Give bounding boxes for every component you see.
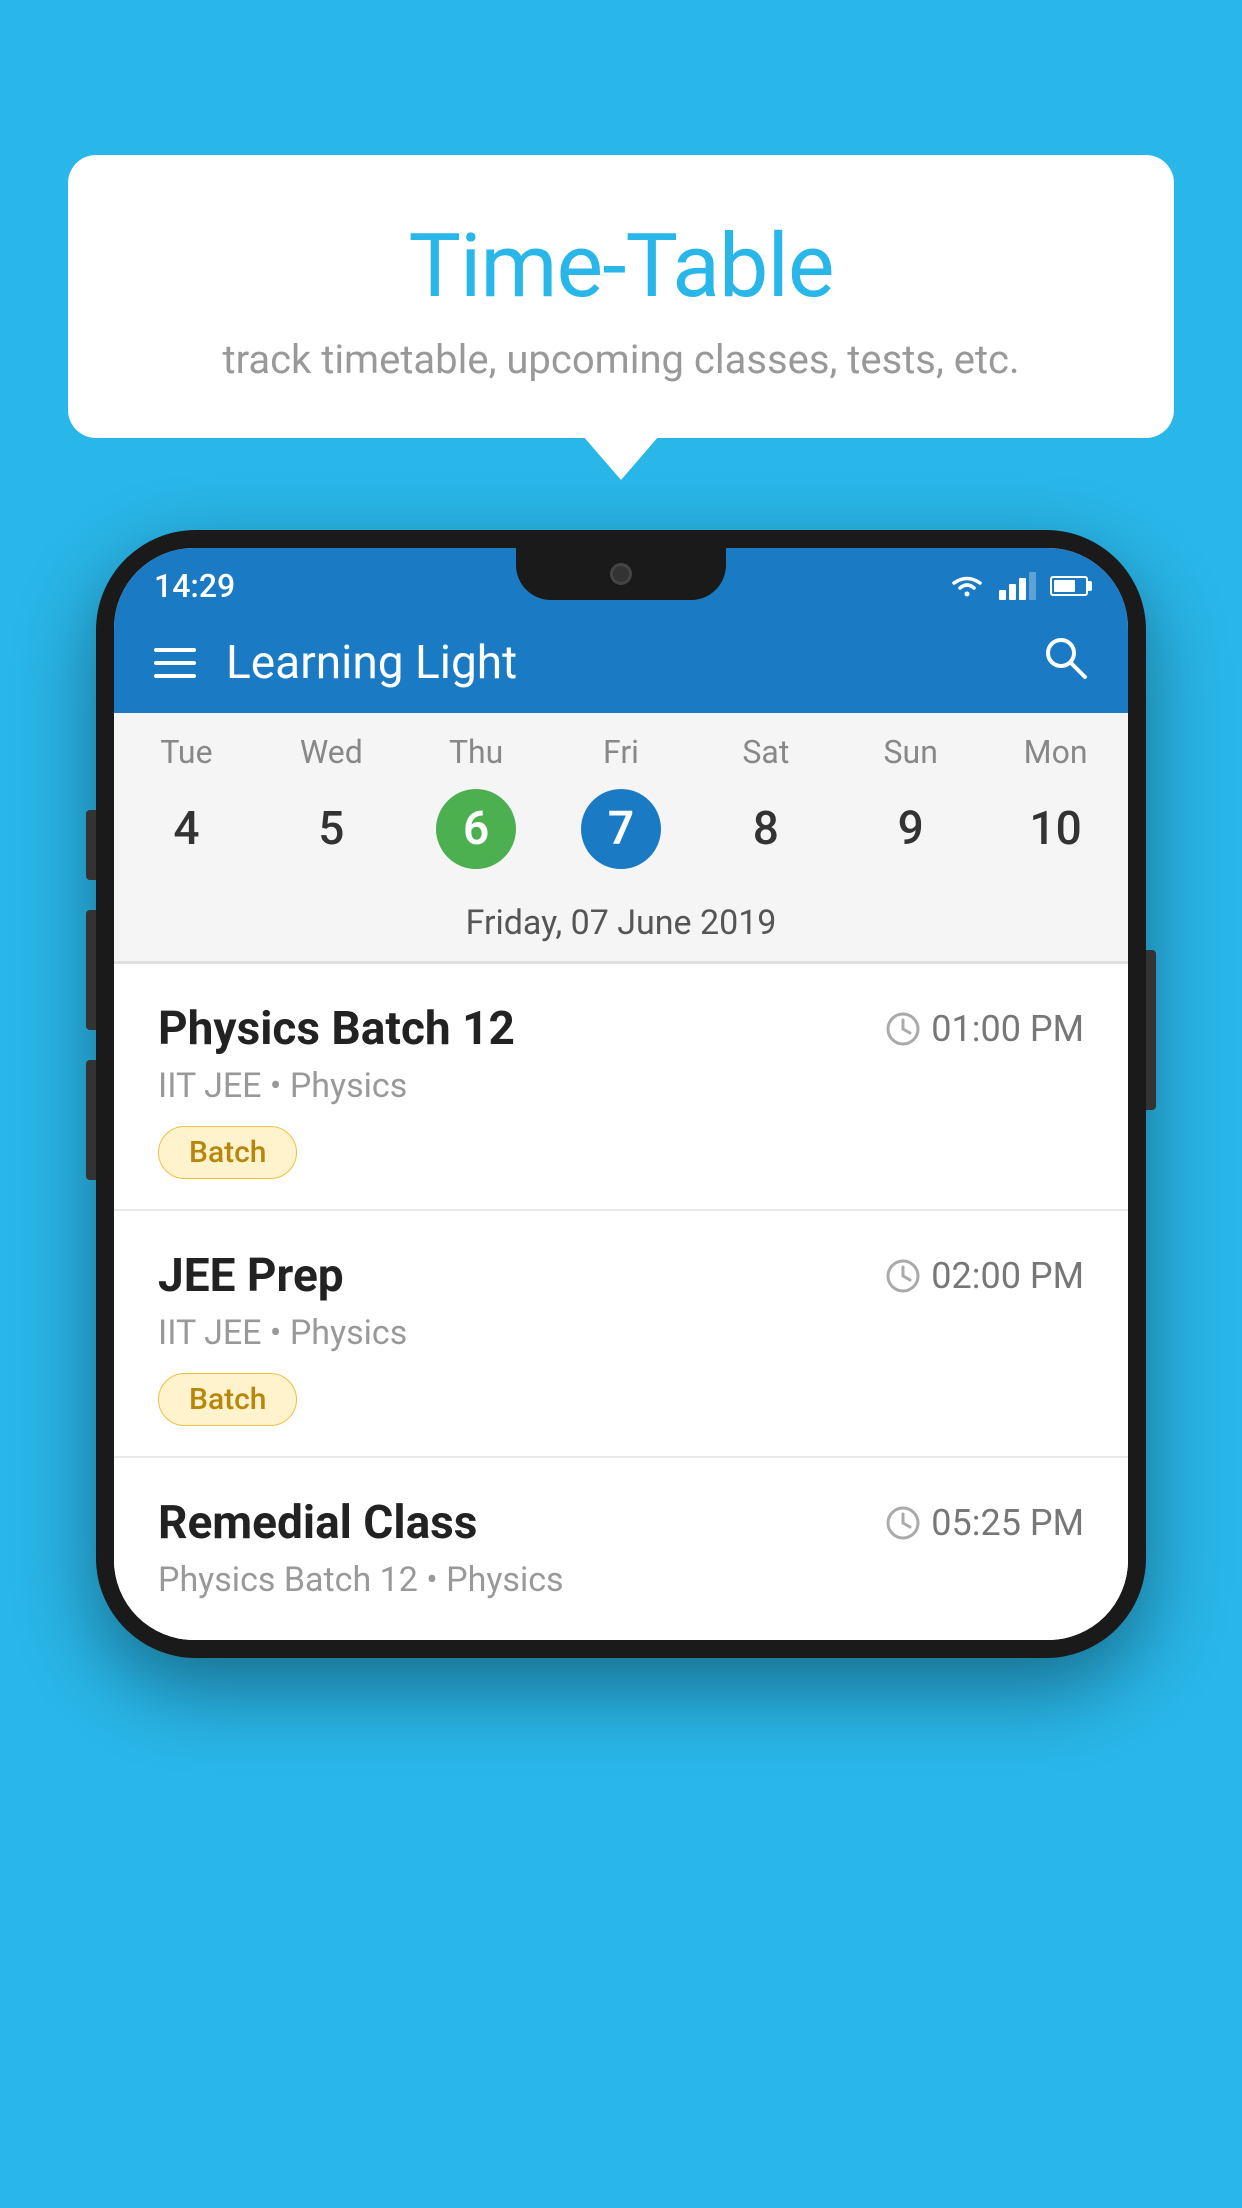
day-name-thu: Thu: [404, 733, 549, 771]
day-8[interactable]: 8: [693, 789, 838, 869]
app-bar: Learning Light: [114, 613, 1128, 713]
search-button[interactable]: [1042, 634, 1088, 692]
day-6[interactable]: 6: [404, 789, 549, 869]
clock-icon-3: [885, 1505, 921, 1541]
phone-mockup: 14:29: [96, 530, 1146, 1658]
app-bar-title: Learning Light: [226, 636, 1012, 690]
hamburger-icon[interactable]: [154, 648, 196, 678]
schedule-item-3-meta: Physics Batch 12 • Physics: [158, 1560, 1084, 1600]
day-10[interactable]: 10: [983, 789, 1128, 869]
schedule-item-1[interactable]: Physics Batch 12 01:00 PM IIT JEE • Phys…: [114, 964, 1128, 1211]
day-name-mon: Mon: [983, 733, 1128, 771]
day-numbers-row: 4 5 6 7 8 9 10: [114, 779, 1128, 889]
status-icons: [949, 572, 1088, 600]
day-7[interactable]: 7: [549, 789, 694, 869]
bubble-subtitle: track timetable, upcoming classes, tests…: [118, 336, 1124, 383]
battery-icon: [1050, 576, 1088, 596]
day-names-row: Tue Wed Thu Fri Sat Sun Mon: [114, 713, 1128, 779]
phone-camera: [610, 563, 632, 585]
schedule-item-3-title: Remedial Class: [158, 1496, 477, 1550]
schedule-item-1-title: Physics Batch 12: [158, 1002, 515, 1056]
side-button-3: [86, 1060, 96, 1180]
wifi-icon: [949, 572, 985, 600]
selected-date: Friday, 07 June 2019: [114, 889, 1128, 963]
schedule-item-1-header: Physics Batch 12 01:00 PM: [158, 1002, 1084, 1056]
phone-notch: [516, 548, 726, 600]
schedule-item-1-time: 01:00 PM: [885, 1008, 1084, 1050]
schedule-item-2-meta: IIT JEE • Physics: [158, 1313, 1084, 1353]
signal-icon: [999, 572, 1036, 600]
schedule-item-2[interactable]: JEE Prep 02:00 PM IIT JEE • Physics Batc…: [114, 1211, 1128, 1458]
day-5[interactable]: 5: [259, 789, 404, 869]
side-button-1: [86, 810, 96, 880]
schedule-item-2-badge: Batch: [158, 1373, 297, 1426]
hamburger-line-1: [154, 648, 196, 652]
day-9[interactable]: 9: [838, 789, 983, 869]
hamburger-line-3: [154, 674, 196, 678]
day-name-tue: Tue: [114, 733, 259, 771]
schedule-item-3-time: 05:25 PM: [885, 1502, 1084, 1544]
phone-body: 14:29: [96, 530, 1146, 1658]
phone-screen: 14:29: [114, 548, 1128, 1640]
speech-bubble: Time-Table track timetable, upcoming cla…: [68, 155, 1174, 438]
schedule-item-3-header: Remedial Class 05:25 PM: [158, 1496, 1084, 1550]
side-button-power: [1146, 950, 1156, 1110]
calendar-header: Tue Wed Thu Fri Sat Sun Mon 4 5 6 7 8 9 …: [114, 713, 1128, 964]
day-name-sun: Sun: [838, 733, 983, 771]
side-button-2: [86, 910, 96, 1030]
bubble-title: Time-Table: [118, 215, 1124, 318]
day-4[interactable]: 4: [114, 789, 259, 869]
status-time: 14:29: [154, 567, 235, 605]
schedule-item-2-title: JEE Prep: [158, 1249, 344, 1303]
day-name-fri: Fri: [549, 733, 694, 771]
battery-fill: [1054, 580, 1075, 592]
day-name-wed: Wed: [259, 733, 404, 771]
schedule-item-2-header: JEE Prep 02:00 PM: [158, 1249, 1084, 1303]
schedule-list: Physics Batch 12 01:00 PM IIT JEE • Phys…: [114, 964, 1128, 1640]
day-name-sat: Sat: [693, 733, 838, 771]
schedule-item-2-time: 02:00 PM: [885, 1255, 1084, 1297]
schedule-item-1-badge: Batch: [158, 1126, 297, 1179]
clock-icon-2: [885, 1258, 921, 1294]
clock-icon-1: [885, 1011, 921, 1047]
schedule-item-3[interactable]: Remedial Class 05:25 PM Physics Batch 12…: [114, 1458, 1128, 1640]
hamburger-line-2: [154, 661, 196, 665]
schedule-item-1-meta: IIT JEE • Physics: [158, 1066, 1084, 1106]
